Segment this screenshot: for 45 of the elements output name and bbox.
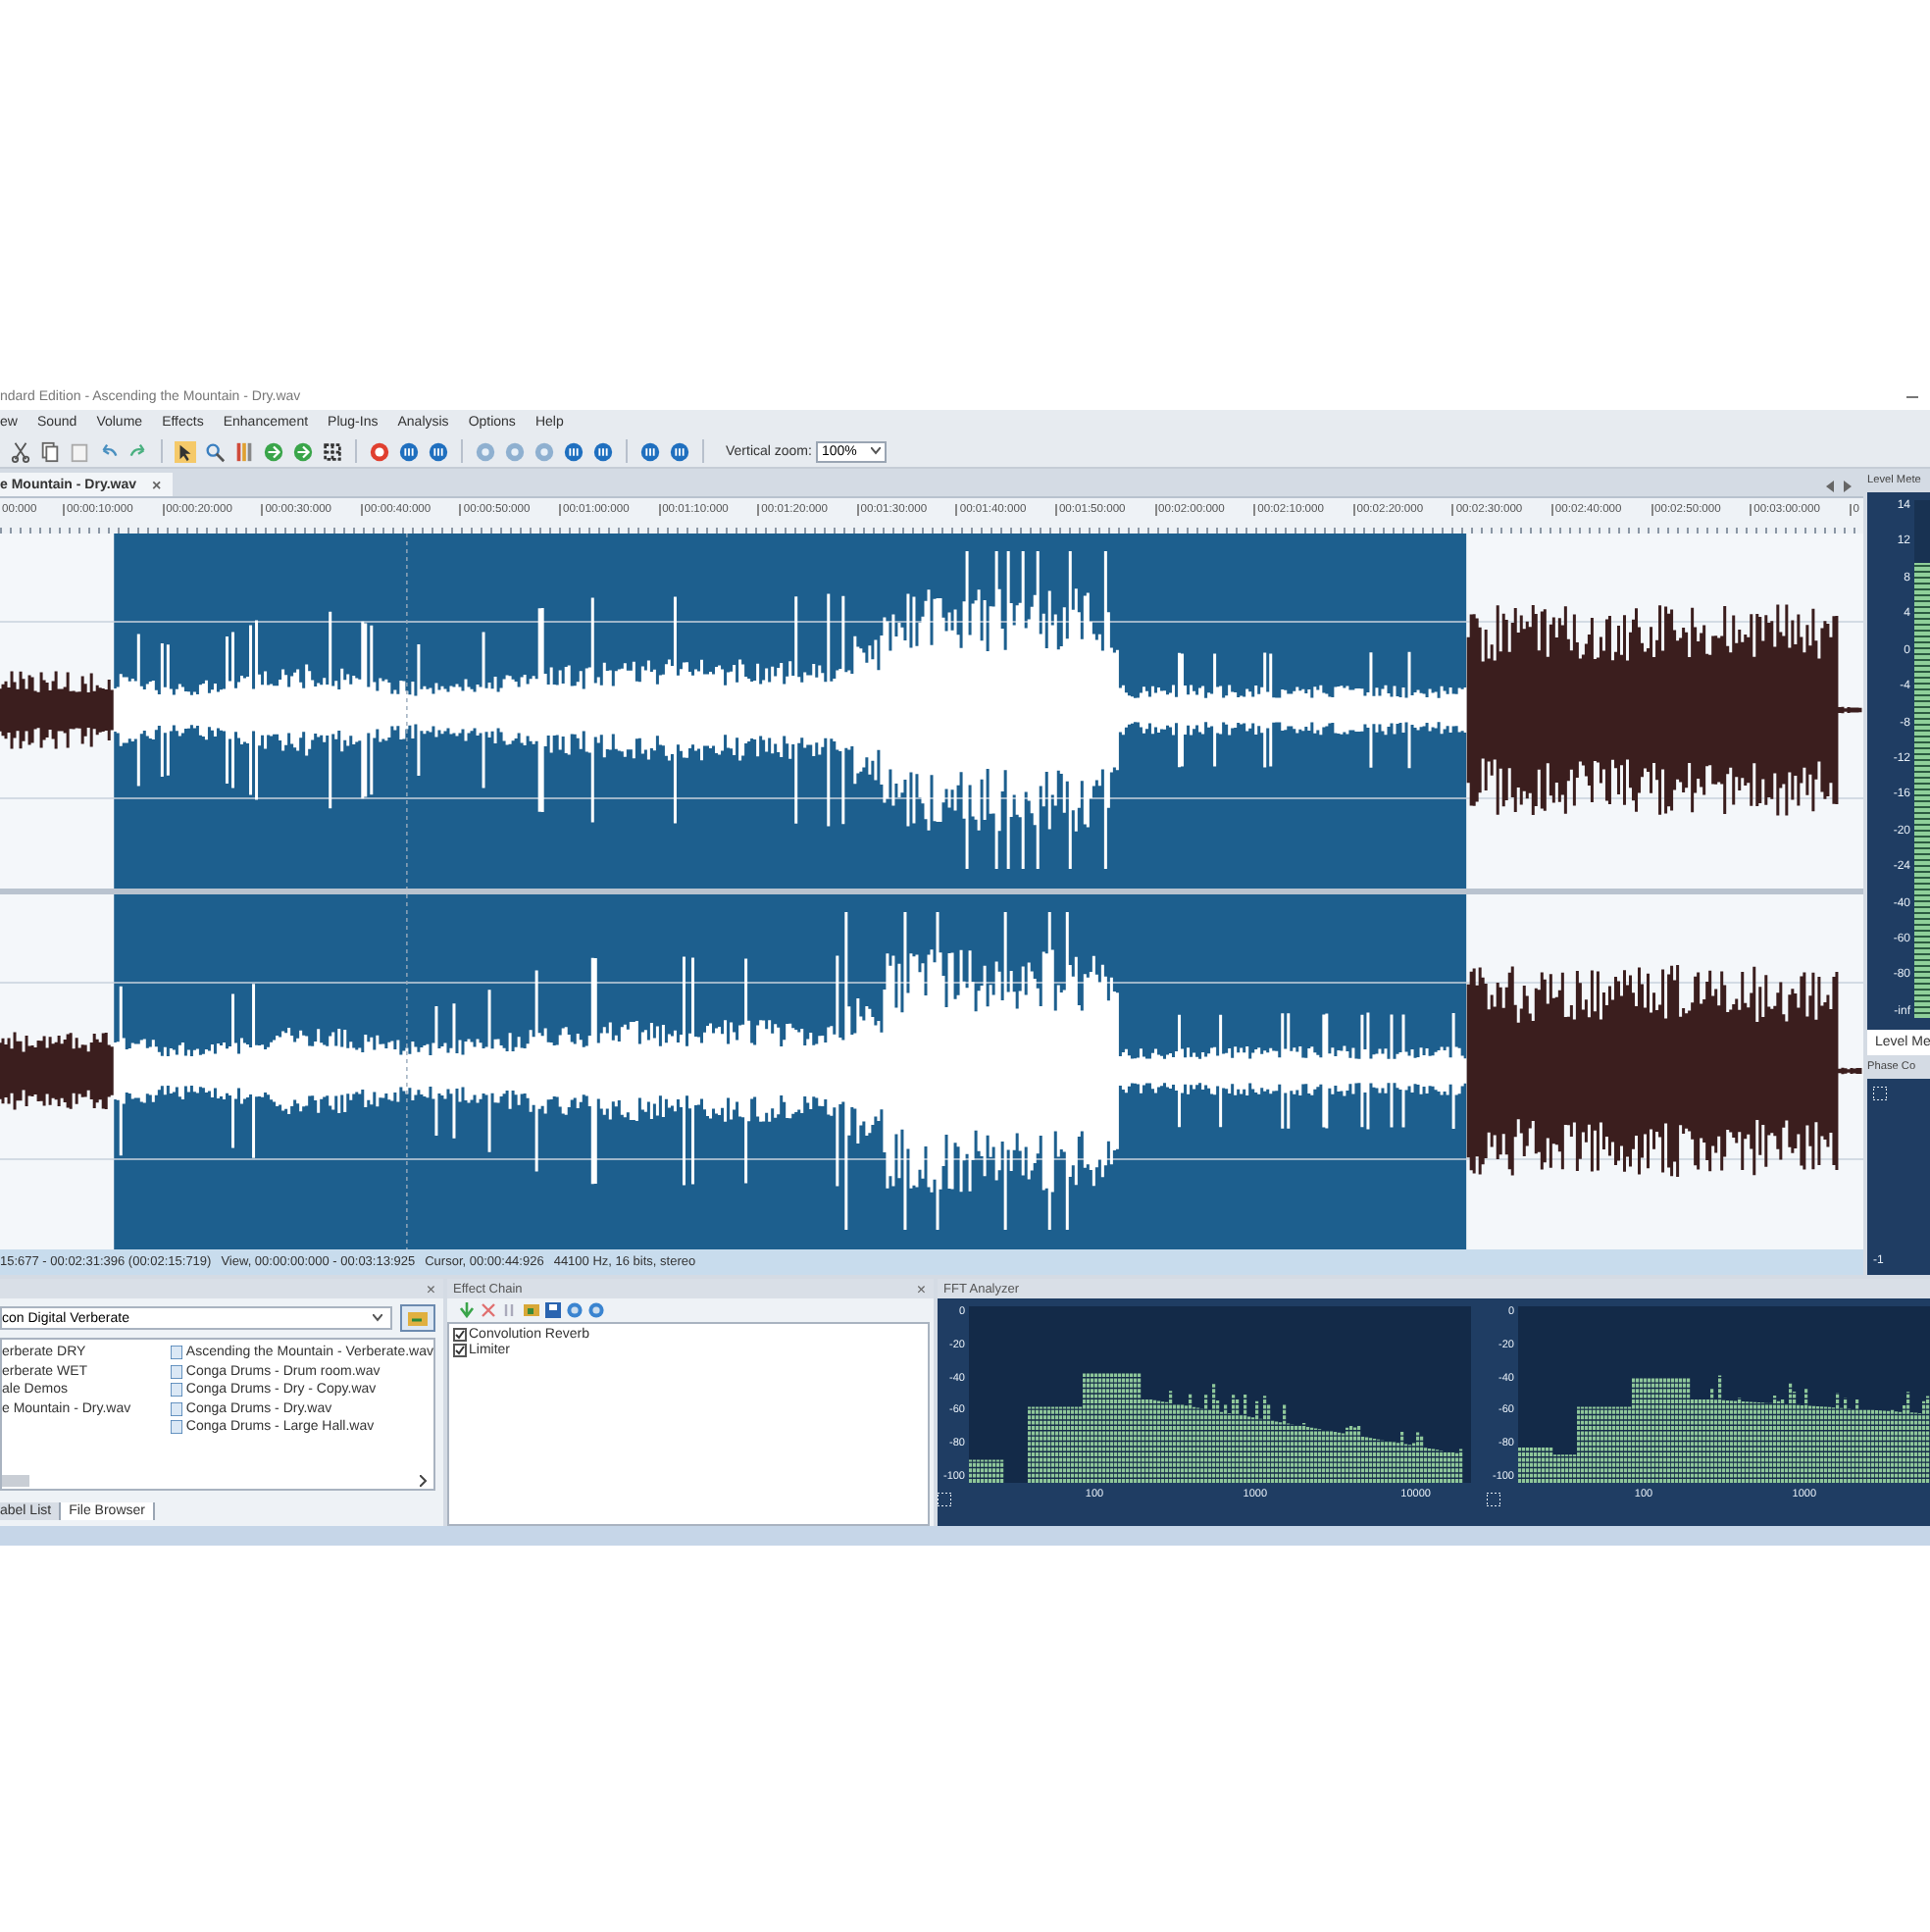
record-icon <box>369 440 390 462</box>
caret-icon <box>870 447 881 455</box>
folder-icon <box>408 1311 428 1325</box>
cut-icon <box>10 440 31 462</box>
scrollbar-thumb[interactable] <box>2 1474 29 1486</box>
arrow-button[interactable] <box>261 438 286 464</box>
cut-button[interactable] <box>8 438 33 464</box>
marker-icon <box>233 440 255 462</box>
record-button[interactable] <box>367 438 392 464</box>
copy-icon <box>39 440 61 462</box>
grid-button[interactable] <box>320 438 345 464</box>
arrow-icon <box>263 440 284 462</box>
download-icon[interactable] <box>459 1302 475 1318</box>
scroll-left-icon[interactable] <box>1826 481 1836 492</box>
select-tool-icon <box>175 440 196 462</box>
checkbox[interactable] <box>453 1328 467 1342</box>
caret-icon <box>373 1314 382 1322</box>
close-panel-button[interactable]: × <box>422 1280 439 1297</box>
minimize-icon[interactable] <box>1906 395 1918 397</box>
scroll-right-icon[interactable] <box>420 1474 428 1486</box>
folder-icon[interactable] <box>524 1302 539 1318</box>
pause-button[interactable] <box>590 438 616 464</box>
redo-icon <box>127 440 149 462</box>
grid-icon[interactable] <box>938 1493 951 1506</box>
save-icon[interactable] <box>545 1302 561 1318</box>
close-panel-button[interactable]: × <box>912 1280 930 1297</box>
close-tab-button[interactable]: × <box>148 476 166 493</box>
arrow-icon <box>292 440 314 462</box>
scroll-right-icon[interactable] <box>1842 481 1852 492</box>
undo-icon <box>98 440 120 462</box>
marker-button[interactable] <box>231 438 257 464</box>
grid-icon <box>322 440 343 462</box>
pause-icon <box>563 440 584 462</box>
select-tool-button[interactable] <box>173 438 198 464</box>
delete-icon[interactable] <box>481 1302 496 1318</box>
copy-button[interactable] <box>37 438 63 464</box>
grid-icon[interactable] <box>1487 1493 1500 1506</box>
pause-button[interactable] <box>561 438 586 464</box>
paste-icon <box>69 440 90 462</box>
folder-button[interactable] <box>400 1304 435 1332</box>
grid-icon[interactable] <box>1873 1087 1887 1100</box>
checkbox[interactable] <box>453 1344 467 1357</box>
zoom-tool-button[interactable] <box>202 438 228 464</box>
pause-icon <box>592 440 614 462</box>
zoom-tool-icon <box>204 440 226 462</box>
